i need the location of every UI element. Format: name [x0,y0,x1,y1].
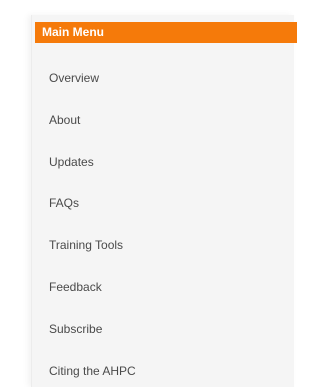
menu-item-overview[interactable]: Overview [49,64,136,106]
main-menu-list: Overview About Updates FAQs Training Too… [49,64,136,387]
main-menu-header: Main Menu [35,22,297,43]
menu-item-subscribe[interactable]: Subscribe [49,315,136,357]
menu-item-feedback[interactable]: Feedback [49,273,136,315]
menu-item-updates[interactable]: Updates [49,148,136,190]
menu-item-about[interactable]: About [49,106,136,148]
menu-item-training-tools[interactable]: Training Tools [49,231,136,273]
menu-item-citing-the-ahpc[interactable]: Citing the AHPC [49,357,136,387]
page: Main Menu Overview About Updates FAQs Tr… [0,0,297,387]
menu-item-faqs[interactable]: FAQs [49,189,136,231]
